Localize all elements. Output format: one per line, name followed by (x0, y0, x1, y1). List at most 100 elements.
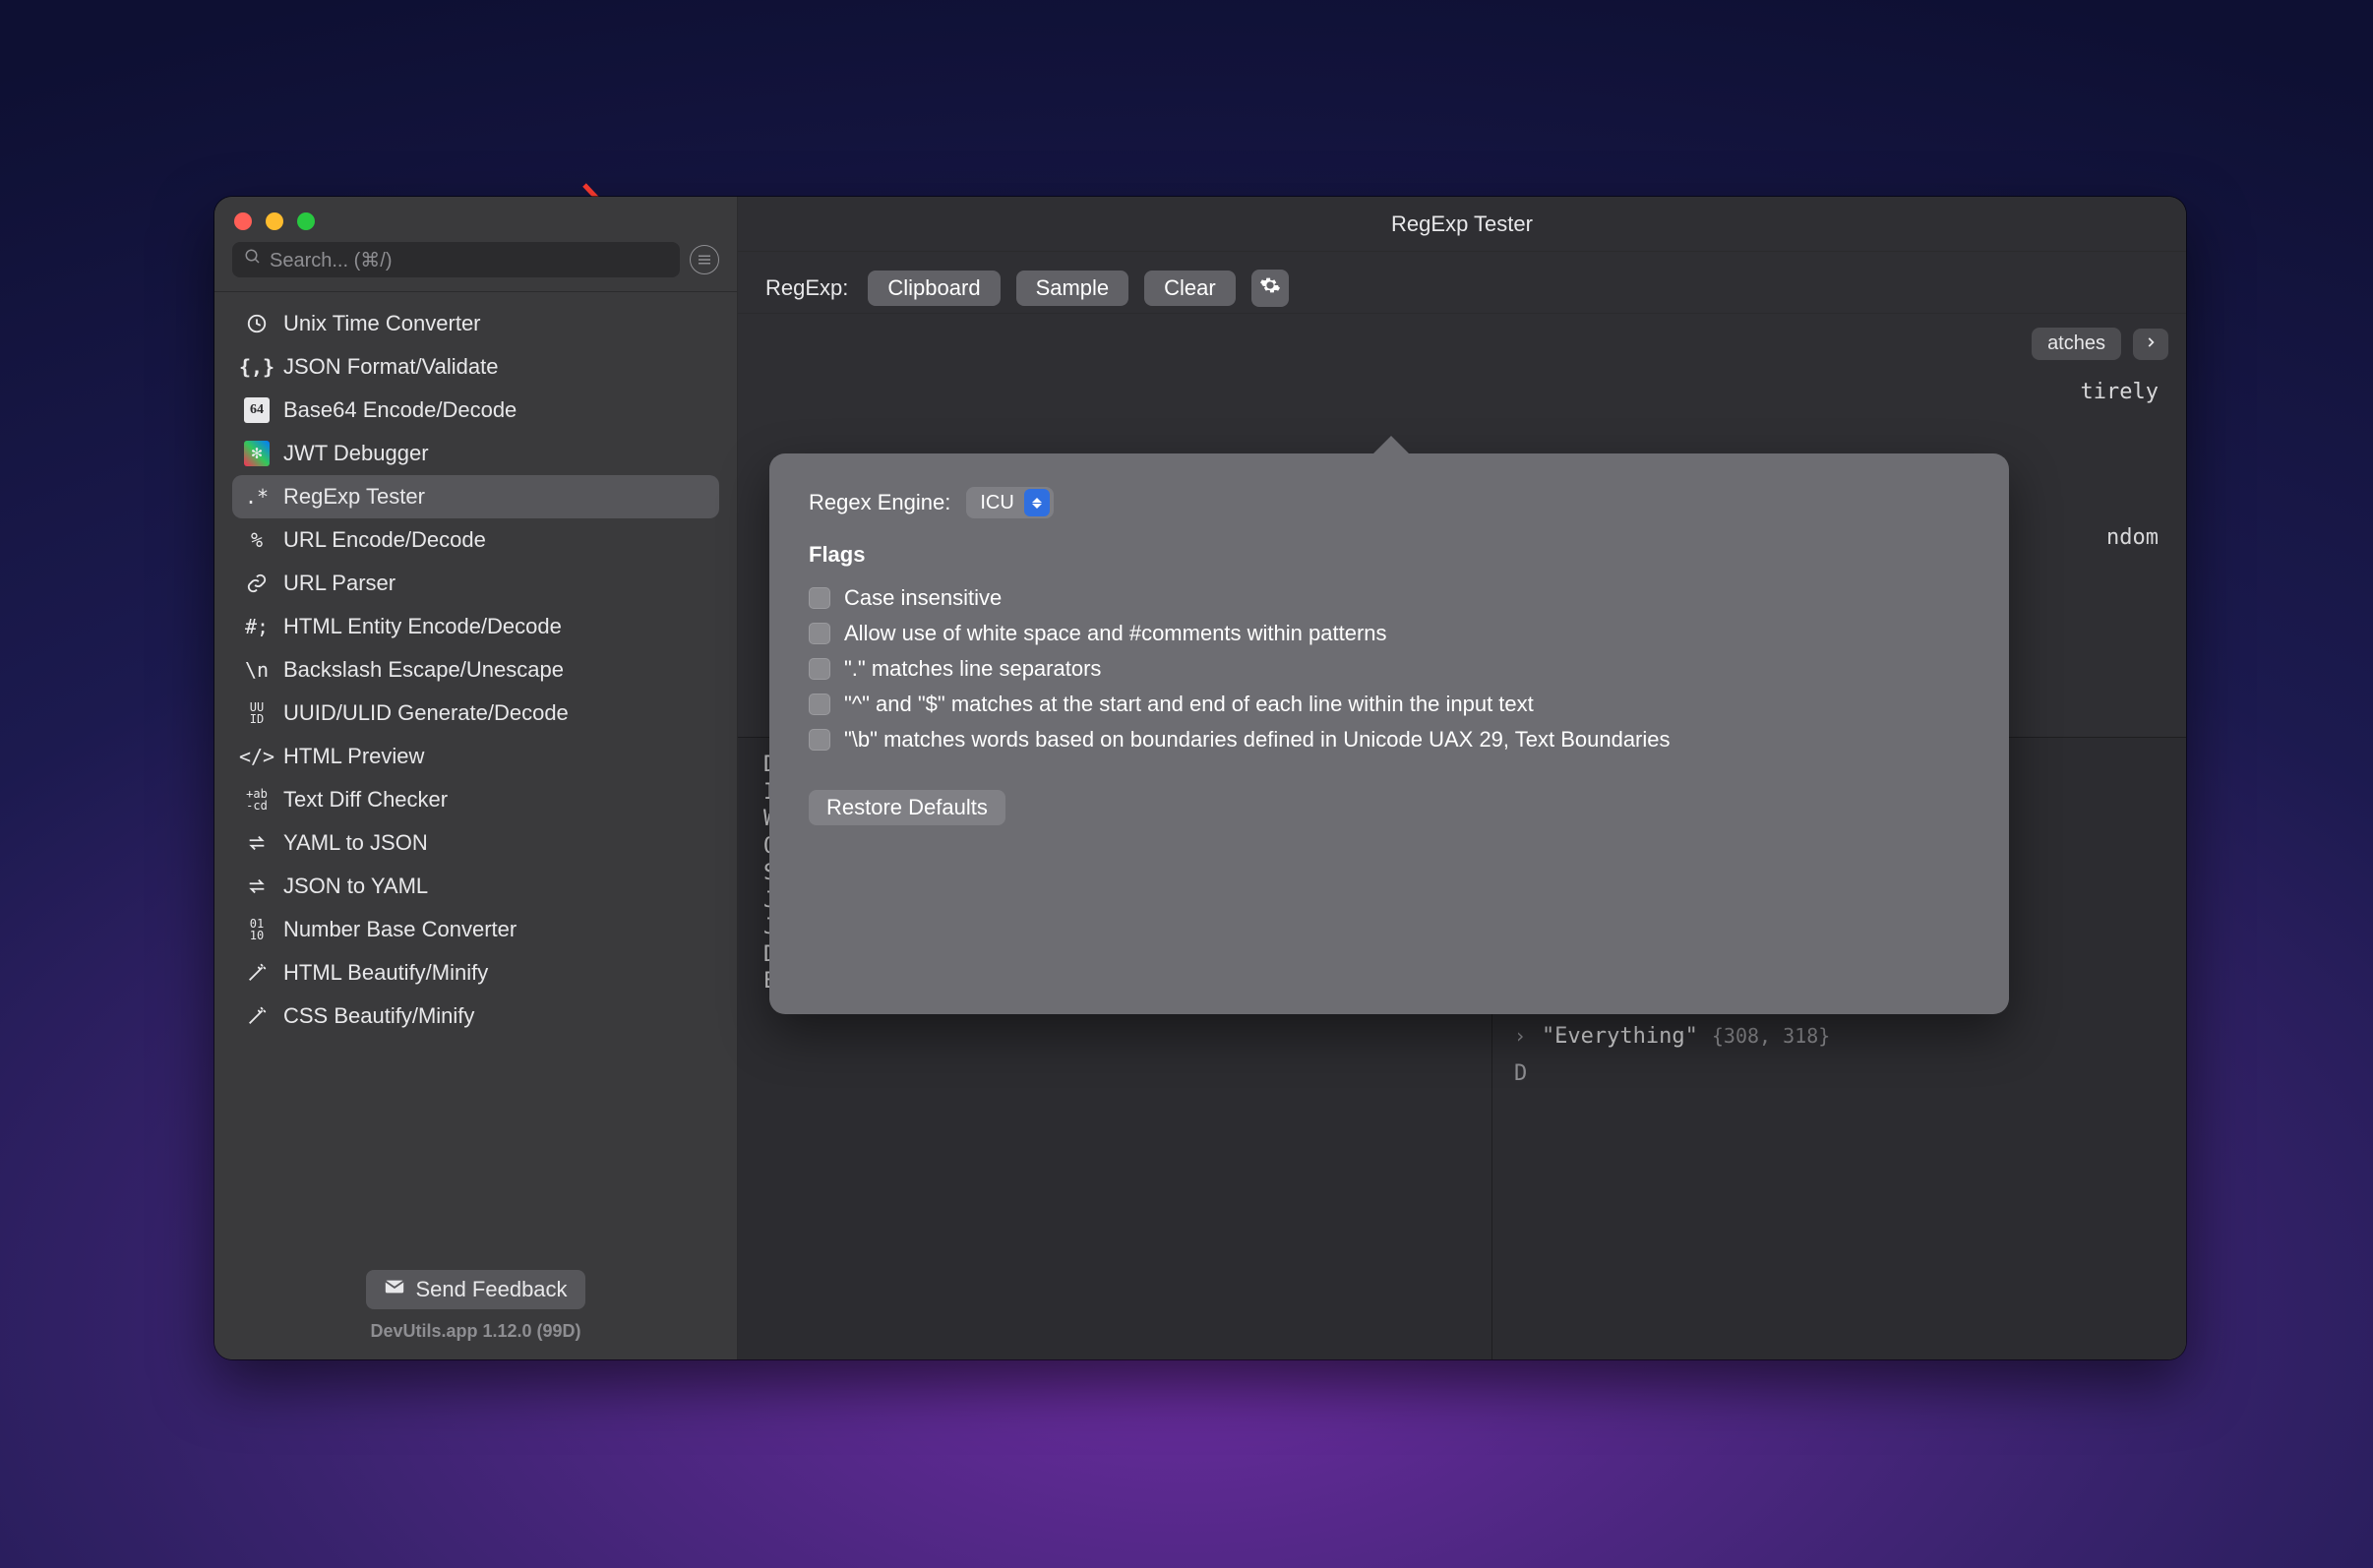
clipboard-button[interactable]: Clipboard (868, 271, 1000, 306)
match-row[interactable]: › "Everything" {308, 318} (1514, 1019, 2164, 1053)
select-stepper-icon (1024, 489, 1050, 516)
flag-checkbox[interactable] (809, 623, 830, 644)
sidebar-item-html-entity-encode-decode[interactable]: #;HTML Entity Encode/Decode (232, 605, 719, 648)
sidebar-item-regexp-tester[interactable]: RegExp Tester (232, 475, 719, 518)
sidebar-item-label: Base64 Encode/Decode (283, 397, 517, 423)
sidebar-item-css-beautify-minify[interactable]: CSS Beautify/Minify (232, 995, 719, 1038)
settings-button[interactable] (1251, 270, 1289, 307)
swap-icon (244, 874, 270, 899)
send-feedback-button[interactable]: Send Feedback (366, 1270, 584, 1309)
app-version: DevUtils.app 1.12.0 (99D) (214, 1321, 737, 1342)
sidebar-item-label: JSON Format/Validate (283, 354, 498, 380)
sidebar-footer: Send Feedback DevUtils.app 1.12.0 (99D) (214, 1256, 737, 1359)
wand-icon (244, 1003, 270, 1029)
sidebar-item-label: HTML Beautify/Minify (283, 960, 488, 986)
chevron-right-icon: › (1514, 1024, 1528, 1048)
flags-header: Flags (809, 542, 1970, 568)
sidebar-item-label: Unix Time Converter (283, 311, 481, 336)
expand-button[interactable] (2133, 329, 2168, 360)
percent-icon: % (244, 527, 270, 553)
sidebar-item-json-format-validate[interactable]: {,} JSON Format/Validate (232, 345, 719, 389)
regex-engine-value: ICU (980, 492, 1013, 514)
flag-label: Case insensitive (844, 585, 1002, 611)
matches-tab[interactable]: atches (2032, 328, 2168, 360)
uuid-icon: UUID (244, 700, 270, 726)
flag-checkbox[interactable] (809, 587, 830, 609)
jwt-icon: ✻ (244, 441, 270, 466)
settings-popover: Regex Engine: ICU Flags Case insensitive… (769, 453, 2009, 1014)
flag-row-3: "^" and "$" matches at the start and end… (809, 692, 1970, 717)
sidebar-item-html-beautify-minify[interactable]: HTML Beautify/Minify (232, 951, 719, 995)
flag-row-0: Case insensitive (809, 585, 1970, 611)
sidebar-item-label: HTML Entity Encode/Decode (283, 614, 562, 639)
matches-tab-label: atches (2032, 328, 2121, 360)
content-area: atches tirely ndom! DevUtils It Work Off… (738, 314, 2186, 1359)
match-footer: D (1514, 1060, 2164, 1088)
window-controls (214, 197, 737, 232)
sidebar-item-label: JSON to YAML (283, 874, 428, 899)
diff-icon: +ab-cd (244, 787, 270, 813)
flag-checkbox[interactable] (809, 694, 830, 715)
app-window: Search... (⌘/) Unix Time Converter {,} JSO… (214, 197, 2186, 1359)
sidebar: Search... (⌘/) Unix Time Converter {,} JSO… (214, 197, 738, 1359)
sidebar-item-url-encode-decode[interactable]: % URL Encode/Decode (232, 518, 719, 562)
search-icon (244, 248, 262, 271)
flag-row-2: "." matches line separators (809, 656, 1970, 682)
braces-icon: {,} (244, 354, 270, 380)
sidebar-view-toggle[interactable] (690, 245, 719, 274)
swap-icon (244, 830, 270, 856)
sample-button[interactable]: Sample (1016, 271, 1129, 306)
flag-label: "\b" matches words based on boundaries d… (844, 727, 1671, 753)
match-range: {308, 318} (1712, 1024, 1830, 1048)
regex-icon (244, 484, 270, 510)
flag-label: "." matches line separators (844, 656, 1101, 682)
sidebar-item-text-diff-checker[interactable]: +ab-cd Text Diff Checker (232, 778, 719, 821)
sidebar-item-uuid-ulid-generate-decode[interactable]: UUID UUID/ULID Generate/Decode (232, 692, 719, 735)
close-window-button[interactable] (234, 212, 252, 230)
envelope-icon (384, 1276, 405, 1303)
sidebar-item-label: Text Diff Checker (283, 787, 448, 813)
sidebar-item-jwt-debugger[interactable]: ✻ JWT Debugger (232, 432, 719, 475)
sidebar-item-label: JWT Debugger (283, 441, 429, 466)
link-icon (244, 571, 270, 596)
flag-row-4: "\b" matches words based on boundaries d… (809, 727, 1970, 753)
regex-engine-label: Regex Engine: (809, 490, 950, 515)
sidebar-item-label: UUID/ULID Generate/Decode (283, 700, 569, 726)
flag-row-1: Allow use of white space and #comments w… (809, 621, 1970, 646)
flag-label: "^" and "$" matches at the start and end… (844, 692, 1534, 717)
flag-list: Case insensitive Allow use of white space… (809, 585, 1970, 753)
clear-button[interactable]: Clear (1144, 271, 1236, 306)
sidebar-item-label: RegExp Tester (283, 484, 425, 510)
sidebar-item-yaml-to-json[interactable]: YAML to JSON (232, 821, 719, 865)
flag-checkbox[interactable] (809, 658, 830, 680)
sidebar-item-number-base-converter[interactable]: 0110Number Base Converter (232, 908, 719, 951)
search-input[interactable]: Search... (⌘/) (232, 242, 680, 277)
bslash-icon: \n (244, 657, 270, 683)
restore-defaults-button[interactable]: Restore Defaults (809, 790, 1005, 825)
peek-text-1: tirely (2081, 379, 2159, 406)
regex-label: RegExp: (765, 275, 848, 301)
sidebar-item-label: URL Parser (283, 571, 396, 596)
sidebar-item-label: Number Base Converter (283, 917, 517, 942)
flag-label: Allow use of white space and #comments w… (844, 621, 1387, 646)
sidebar-item-html-preview[interactable]: </>HTML Preview (232, 735, 719, 778)
b64-icon: 64 (244, 397, 270, 423)
sidebar-item-base64-encode-decode[interactable]: 64 Base64 Encode/Decode (232, 389, 719, 432)
sidebar-item-unix-time-converter[interactable]: Unix Time Converter (232, 302, 719, 345)
match-text: "Everything" (1542, 1024, 1698, 1049)
gear-icon (1259, 274, 1281, 302)
sidebar-item-json-to-yaml[interactable]: JSON to YAML (232, 865, 719, 908)
zoom-window-button[interactable] (297, 212, 315, 230)
send-feedback-label: Send Feedback (415, 1277, 567, 1302)
sidebar-item-label: CSS Beautify/Minify (283, 1003, 474, 1029)
sidebar-item-backslash-escape-unescape[interactable]: \n Backslash Escape/Unescape (232, 648, 719, 692)
sidebar-item-url-parser[interactable]: URL Parser (232, 562, 719, 605)
flag-checkbox[interactable] (809, 729, 830, 751)
regex-engine-select[interactable]: ICU (966, 487, 1053, 518)
sidebar-item-label: URL Encode/Decode (283, 527, 486, 553)
wand-icon (244, 960, 270, 986)
search-placeholder: Search... (⌘/) (270, 248, 392, 272)
minimize-window-button[interactable] (266, 212, 283, 230)
sidebar-item-label: Backslash Escape/Unescape (283, 657, 564, 683)
regex-toolbar: RegExp: Clipboard Sample Clear (738, 252, 2186, 314)
